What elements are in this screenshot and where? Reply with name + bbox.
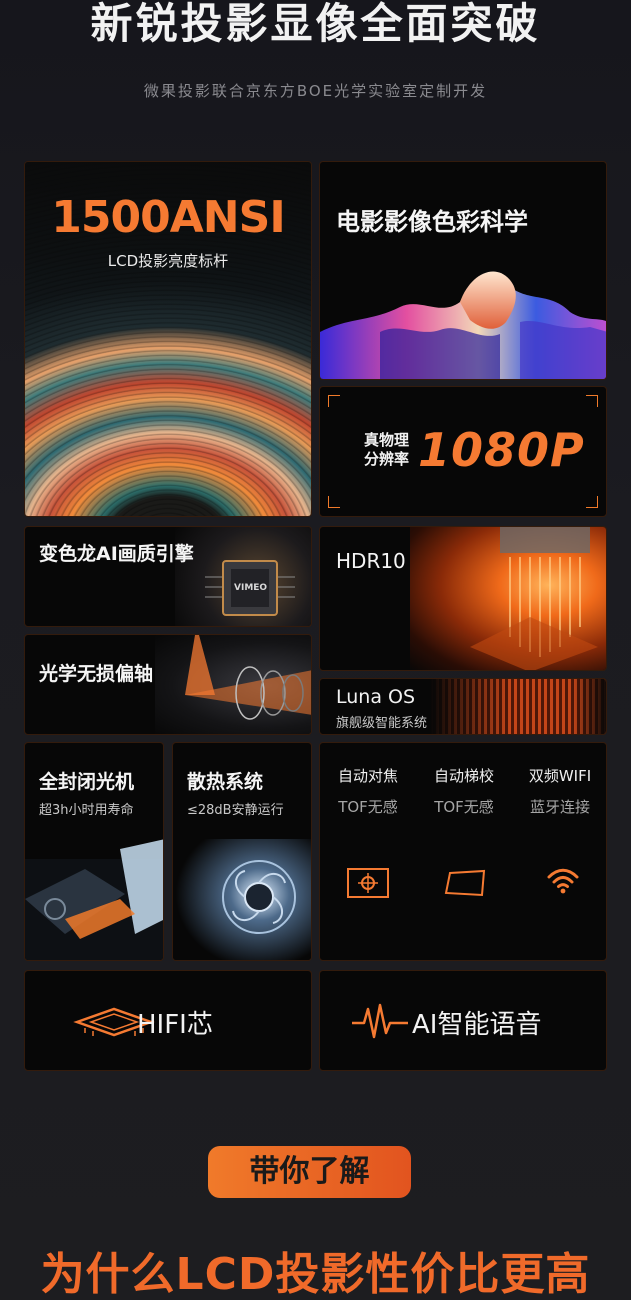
sealed-engine-title: 全封闭光机: [39, 771, 135, 793]
optical-engine-image: [25, 839, 163, 960]
corner-bracket: [328, 496, 340, 508]
color-sculpture-image: [320, 271, 606, 379]
ai-engine-card: VIMEO 变色龙AI画质引擎: [24, 526, 312, 627]
sealed-engine-subtitle: 超3h小时用寿命: [39, 803, 134, 818]
resolution-card: 真物理 分辨率 1080P: [319, 386, 607, 517]
feature-title: 自动对焦: [337, 767, 398, 785]
page-subtitle: 微果投影联合京东方BOE光学实验室定制开发: [143, 82, 488, 100]
hifi-card: HIFI芯: [24, 970, 312, 1071]
bottom-headline: 为什么LCD投影性价比更高: [40, 1249, 591, 1300]
cooling-card: 散热系统 ≤28dB安静运行: [172, 742, 312, 961]
resolution-label: 真物理 分辨率: [364, 431, 410, 468]
page-title: 新锐投影显像全面突破: [90, 0, 541, 48]
resolution-value: 1080P: [418, 423, 585, 477]
lens-beam-image: [185, 635, 311, 720]
features-card: 自动对焦 TOF无感 自动梯校 TOF无感 双频WIFI 蓝牙连接: [319, 742, 607, 961]
voice-card: AI智能语音: [319, 970, 607, 1071]
os-title: Luna OS: [336, 686, 416, 708]
cooling-fan-image: [173, 839, 311, 960]
corner-bracket: [586, 395, 598, 407]
color-science-title: 电影影像色彩科学: [336, 208, 528, 236]
waveform-icon: [352, 1003, 408, 1039]
corner-bracket: [328, 395, 340, 407]
feature-title: 自动梯校: [433, 767, 494, 785]
sealed-engine-card: 全封闭光机 超3h小时用寿命: [24, 742, 164, 961]
feature-keystone: 自动梯校 TOF无感: [416, 765, 512, 817]
feature-autofocus: 自动对焦 TOF无感: [320, 765, 416, 817]
chip-brand-text: VIMEO: [234, 583, 268, 593]
glowing-chip-image: [470, 527, 598, 670]
brightness-card: 1500ANSI LCD投影亮度标杆: [24, 161, 312, 517]
hdr-title: HDR10: [336, 549, 406, 573]
feature-subtitle: 蓝牙连接: [529, 798, 590, 816]
feature-subtitle: TOF无感: [434, 798, 494, 816]
optics-card: 光学无损偏轴: [24, 634, 312, 735]
hifi-title: HIFI芯: [137, 1010, 213, 1040]
focus-icon: [347, 868, 389, 898]
wifi-icon: [547, 868, 579, 894]
brightness-subtitle: LCD投影亮度标杆: [107, 252, 229, 270]
hdr-card: HDR10: [319, 526, 607, 671]
feature-subtitle: TOF无感: [338, 798, 398, 816]
learn-more-pill[interactable]: 带你了解: [208, 1146, 411, 1198]
optics-title: 光学无损偏轴: [39, 663, 154, 685]
ai-engine-title: 变色龙AI画质引擎: [39, 543, 194, 565]
brightness-value: 1500ANSI: [51, 192, 285, 243]
os-subtitle: 旗舰级智能系统: [336, 716, 428, 731]
keystone-icon: [444, 869, 486, 897]
corner-bracket: [586, 496, 598, 508]
os-card: Luna OS 旗舰级智能系统: [319, 678, 607, 735]
feature-title: 双频WIFI: [528, 767, 592, 785]
feature-wifi: 双频WIFI 蓝牙连接: [512, 765, 606, 817]
voice-title: AI智能语音: [412, 1010, 542, 1040]
cooling-subtitle: ≤28dB安静运行: [187, 803, 284, 818]
color-science-card: 电影影像色彩科学: [319, 161, 607, 380]
cooling-title: 散热系统: [187, 771, 264, 793]
